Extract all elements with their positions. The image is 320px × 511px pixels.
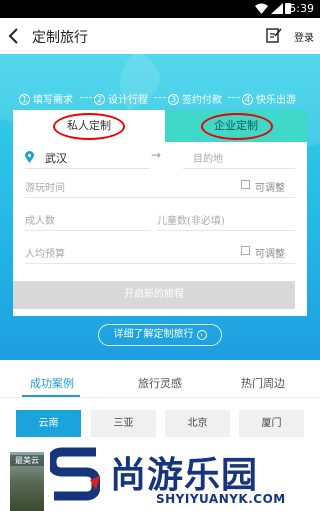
back-arrow-icon[interactable] xyxy=(6,26,22,46)
time-adjustable-label: 可调整 xyxy=(255,183,285,194)
city-chip-yunnan[interactable]: 云南 xyxy=(16,410,81,437)
highlight-ring xyxy=(201,113,273,140)
time-adjustable-checkbox[interactable] xyxy=(241,180,250,189)
tab-hot-nearby[interactable]: 热门周边 xyxy=(241,375,285,391)
location-pin-icon xyxy=(25,151,34,163)
origin-city[interactable]: 武汉 xyxy=(45,150,67,166)
learn-more-button[interactable]: 详细了解定制旅行 › xyxy=(98,324,222,346)
destination-input[interactable]: 目的地 xyxy=(193,150,223,165)
divider xyxy=(25,230,150,231)
city-chip-sanya[interactable]: 三亚 xyxy=(91,410,156,437)
site-watermark: 尚游乐园 SHYIYUANYK.COM xyxy=(44,440,320,511)
start-journey-button[interactable]: 开启新的旅程 xyxy=(13,281,295,309)
login-link[interactable]: 登录 xyxy=(294,29,314,44)
city-chip-beijing[interactable]: 北京 xyxy=(165,410,230,437)
budget-row: 人均预算 可调整 xyxy=(25,242,295,264)
watermark-english: SHYIYUANYK.COM xyxy=(156,492,286,506)
edit-icon[interactable] xyxy=(266,27,282,43)
section-tabs: 成功案例 旅行灵感 热门周边 xyxy=(0,366,320,398)
signal-icon xyxy=(271,3,283,14)
children-input[interactable]: 儿童数(非必填) xyxy=(157,212,225,227)
tab-private-custom[interactable]: 私人定制 xyxy=(13,110,165,142)
step-3: 3 签约付款 xyxy=(168,91,222,106)
step-2: 2 设计行程 xyxy=(94,91,148,106)
thumbnail-label: 最美云 xyxy=(10,455,44,466)
step-1: 1 填写需求 xyxy=(19,91,73,106)
tab-enterprise-custom[interactable]: 企业定制 xyxy=(165,110,307,142)
city-chip-xiamen[interactable]: 厦门 xyxy=(239,410,304,437)
budget-adjustable-label: 可调整 xyxy=(255,249,285,260)
route-row: 武汉 → 目的地 xyxy=(25,147,295,169)
step-divider xyxy=(80,97,92,98)
people-row: 成人数 儿童数(非必填) xyxy=(25,209,295,231)
divider xyxy=(183,168,295,169)
adults-input[interactable]: 成人数 xyxy=(25,212,55,227)
case-thumbnail[interactable]: 最美云 xyxy=(10,452,44,511)
step-4: 4 快乐出游 xyxy=(242,91,296,106)
chevron-right-icon: › xyxy=(196,330,207,340)
budget-adjustable-checkbox[interactable] xyxy=(241,246,250,255)
play-time-input[interactable]: 游玩时间 xyxy=(25,179,65,194)
budget-input[interactable]: 人均预算 xyxy=(25,245,65,260)
nav-bar: 定制旅行 登录 xyxy=(0,18,320,54)
divider xyxy=(0,397,320,398)
status-time: 5:39 xyxy=(289,2,314,15)
learn-more-label: 详细了解定制旅行 xyxy=(113,329,194,340)
divider xyxy=(25,197,295,198)
divider xyxy=(25,263,295,264)
wifi-icon xyxy=(255,3,268,14)
page-title: 定制旅行 xyxy=(32,30,88,46)
highlight-ring xyxy=(53,113,125,140)
status-bar: 5:39 xyxy=(0,0,320,18)
watermark-logo-icon xyxy=(50,447,100,501)
divider xyxy=(25,168,150,169)
process-steps: 1 填写需求 2 设计行程 3 签约付款 4 快乐出游 xyxy=(0,91,320,107)
step-divider xyxy=(154,97,166,98)
time-row: 游玩时间 可调整 xyxy=(25,176,295,198)
tab-travel-inspiration[interactable]: 旅行灵感 xyxy=(138,375,182,391)
watermark-chinese: 尚游乐园 xyxy=(110,455,259,496)
step-divider xyxy=(228,97,240,98)
divider xyxy=(157,230,295,231)
tab-success-cases[interactable]: 成功案例 xyxy=(30,375,74,391)
arrow-right-icon: → xyxy=(151,148,162,162)
